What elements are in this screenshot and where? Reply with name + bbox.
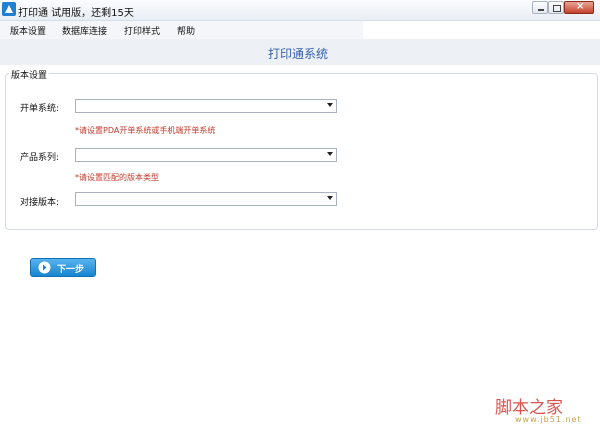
maximize-icon: [553, 5, 561, 12]
integration-version-select[interactable]: [75, 192, 337, 206]
header-band: 打印通系统: [0, 39, 600, 65]
menu-item-help[interactable]: 帮助: [177, 24, 195, 37]
order-system-label: 开单系统:: [20, 104, 60, 114]
menu-item-database-connection[interactable]: 数据库连接: [62, 24, 107, 37]
product-series-select[interactable]: [75, 148, 337, 162]
title-bar: 打印通 试用版，还剩15天 ×: [0, 0, 600, 21]
next-button[interactable]: 下一步: [30, 258, 96, 277]
chevron-down-icon: [327, 196, 333, 200]
menu-bar: 版本设置 数据库连接 打印样式 帮助: [0, 21, 363, 39]
menu-item-print-style[interactable]: 打印样式: [124, 24, 160, 37]
watermark-url: www.jb51.net: [515, 415, 582, 424]
close-button[interactable]: ×: [564, 1, 594, 14]
page-title: 打印通系统: [268, 47, 329, 61]
app-logo-icon: [2, 2, 16, 16]
product-series-label: 产品系列:: [20, 153, 60, 163]
next-button-label: 下一步: [57, 265, 85, 275]
arrow-right-circle-icon: [38, 261, 51, 274]
close-icon: ×: [576, 1, 585, 12]
minimize-button[interactable]: [532, 1, 548, 14]
maximize-button[interactable]: [548, 1, 564, 14]
group-legend: 版本设置: [9, 68, 50, 81]
chevron-down-icon: [327, 103, 333, 107]
menu-item-version-settings[interactable]: 版本设置: [10, 24, 46, 37]
chevron-down-icon: [327, 152, 333, 156]
product-series-hint: *请设置匹配的版本类型: [75, 173, 159, 182]
order-system-hint: *请设置PDA开单系统或手机端开单系统: [75, 126, 216, 135]
window-title: 打印通 试用版，还剩15天: [18, 8, 134, 19]
minimize-icon: [538, 9, 544, 11]
order-system-select[interactable]: [75, 99, 337, 113]
integration-version-label: 对接版本:: [20, 198, 60, 208]
